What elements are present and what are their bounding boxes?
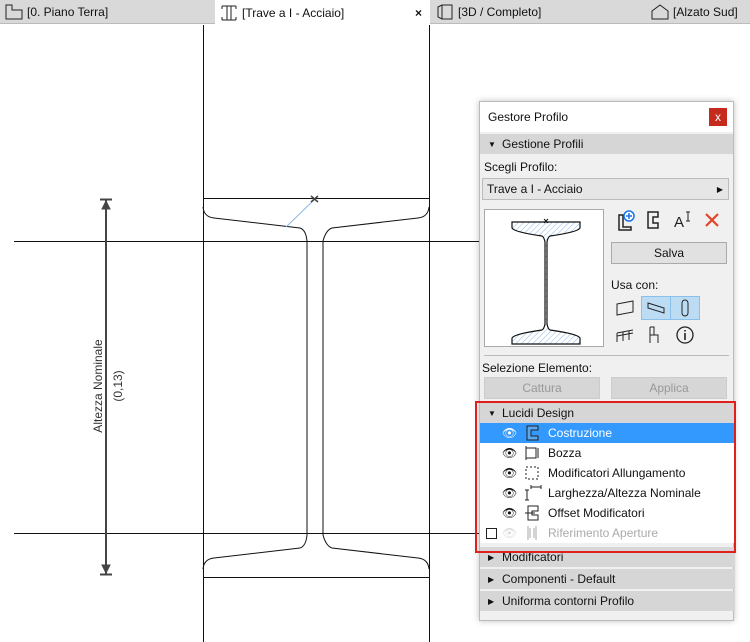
- duplicate-profile-button[interactable]: [641, 208, 667, 232]
- wall-icon: [616, 300, 634, 316]
- profile-select[interactable]: Trave a I - Acciaio ▶: [482, 178, 729, 200]
- elevation-icon: [651, 4, 669, 20]
- tab-3d[interactable]: [3D / Completo]: [431, 0, 645, 24]
- dimension-value: (0,13): [111, 370, 125, 401]
- tab-piano-terra[interactable]: [0. Piano Terra]: [0, 0, 214, 24]
- i-beam-profile: [202, 206, 430, 570]
- use-with-beam[interactable]: [641, 296, 671, 320]
- floor-plan-icon: [5, 4, 23, 20]
- section-gestione-profili[interactable]: ▼ Gestione Profili: [480, 134, 733, 154]
- use-with-object[interactable]: [641, 323, 667, 347]
- rename-profile-button[interactable]: A: [670, 208, 696, 232]
- divider: [484, 355, 729, 356]
- add-profile-icon: [618, 210, 635, 231]
- tab-trave[interactable]: [Trave a I - Acciaio] ×: [215, 0, 430, 25]
- choose-profile-label: Scegli Profilo:: [484, 160, 558, 174]
- chair-icon: [649, 326, 659, 343]
- use-with-railing[interactable]: [612, 323, 638, 347]
- collapsed-icon: ▶: [488, 552, 495, 562]
- chevron-right-icon: ▶: [716, 184, 723, 194]
- info-icon: [676, 326, 694, 344]
- save-button[interactable]: Salva: [611, 242, 727, 264]
- section-uniforma-contorni[interactable]: ▶ Uniforma contorni Profilo: [480, 591, 735, 611]
- svg-text:A: A: [674, 214, 684, 231]
- close-panel-button[interactable]: x: [709, 108, 727, 126]
- close-tab-button[interactable]: ×: [415, 6, 422, 20]
- collapsed-icon: ▶: [488, 574, 495, 584]
- tab-alzato[interactable]: [Alzato Sud]: [646, 0, 750, 24]
- collapsed-icon: ▶: [488, 596, 495, 606]
- section-componenti[interactable]: ▶ Componenti - Default: [480, 569, 735, 589]
- i-beam-icon: [221, 5, 237, 20]
- tab-bar: [0. Piano Terra] [Trave a I - Acciaio] ×…: [0, 0, 750, 25]
- use-with-column[interactable]: [670, 296, 700, 320]
- delete-icon: [705, 213, 719, 227]
- use-with-label: Usa con:: [611, 278, 659, 292]
- profile-preview: [484, 209, 604, 347]
- 3d-icon: [437, 4, 453, 20]
- delete-profile-button[interactable]: [699, 208, 725, 232]
- railing-icon: [616, 329, 634, 342]
- new-profile-button[interactable]: [612, 208, 638, 232]
- capture-button[interactable]: Cattura: [484, 377, 600, 399]
- use-with-wall[interactable]: [612, 296, 638, 320]
- highlight-box: [475, 401, 736, 553]
- duplicate-icon: [647, 211, 659, 229]
- panel-title: Gestore Profilo: [480, 102, 733, 132]
- beam-icon: [647, 302, 665, 314]
- rename-icon: A: [674, 211, 690, 231]
- selection-label: Selezione Elemento:: [482, 361, 593, 375]
- apply-button[interactable]: Applica: [611, 377, 727, 399]
- dimension-label: Altezza Nominale: [91, 339, 105, 433]
- info-button[interactable]: [672, 323, 698, 347]
- column-icon: [681, 299, 689, 317]
- expanded-icon: ▼: [488, 139, 496, 149]
- offset-line: [285, 198, 316, 228]
